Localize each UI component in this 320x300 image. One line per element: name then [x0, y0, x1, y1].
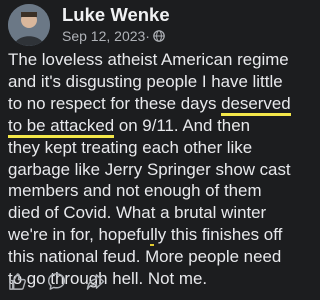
body-text: we're in for, hopefu: [8, 225, 151, 245]
post-body: The loveless atheist American regime and…: [8, 49, 298, 290]
body-text: on 9/11. And then: [114, 115, 250, 135]
body-line: to no respect for these days deserved: [8, 93, 298, 116]
avatar[interactable]: [8, 4, 50, 46]
like-icon[interactable]: [8, 272, 27, 291]
highlighted-text: deserved: [221, 93, 291, 116]
author-name[interactable]: Luke Wenke: [62, 4, 170, 26]
body-line: and it's disgusting people I have little: [8, 71, 283, 91]
body-line: The loveless atheist American regime: [8, 50, 289, 69]
body-line: members and not enough of them: [8, 181, 262, 201]
body-text: ly this finishes off: [153, 225, 283, 245]
post-date[interactable]: Sep 12, 2023: [62, 28, 145, 44]
body-line: died of Covid. What a brutal winter: [8, 203, 267, 223]
comment-icon[interactable]: [47, 272, 66, 291]
body-text: to no respect for these days: [8, 93, 222, 113]
body-line: garbage like Jerry Springer show cast: [8, 159, 291, 179]
post-actions: [8, 272, 298, 291]
body-line: we're in for, hopefully this finishes of…: [8, 224, 298, 247]
post-card: Luke Wenke Sep 12, 2023 · The loveless a…: [0, 0, 300, 300]
body-line: they kept treating each other like: [8, 137, 253, 157]
share-icon[interactable]: [86, 272, 105, 291]
body-line: this national feud. More people need: [8, 247, 282, 267]
highlighted-text: to be attacked: [8, 115, 115, 138]
post-meta: Sep 12, 2023 ·: [62, 28, 165, 44]
meta-separator: ·: [145, 28, 150, 44]
globe-icon: [153, 30, 165, 42]
body-line: to be attacked on 9/11. And then: [8, 115, 298, 138]
